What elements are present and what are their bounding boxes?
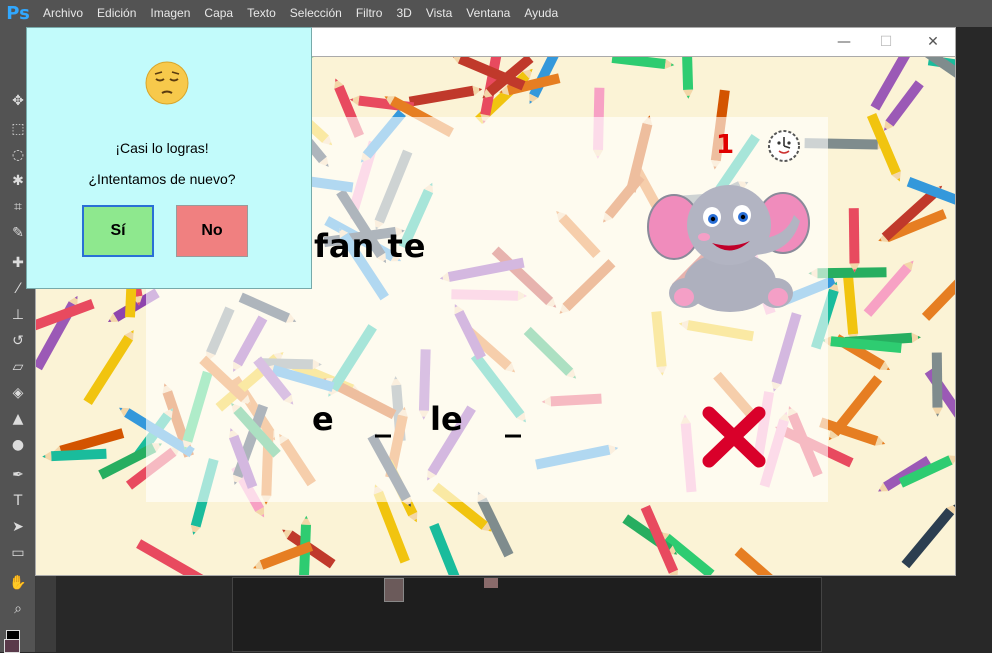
document-thumbnail-small [484, 578, 498, 588]
pencil-decoration [408, 85, 483, 107]
eyedropper-tool-icon[interactable]: ✎ [8, 223, 28, 243]
close-button[interactable]: ✕ [921, 32, 945, 52]
syllable-word: fan te [314, 227, 427, 265]
blur-tool-icon[interactable]: ▲ [8, 409, 28, 429]
menu-archivo[interactable]: Archivo [36, 0, 90, 27]
eraser-tool-icon[interactable]: ▱ [8, 357, 28, 377]
photoshop-logo: Ps [6, 3, 30, 24]
letter-slot-2[interactable]: _ [375, 400, 391, 438]
yes-button[interactable]: Sí [82, 205, 154, 257]
retry-dialog: ¡Casi lo logras! ¿Intentamos de nuevo? S… [26, 27, 312, 289]
pencil-decoration [901, 504, 955, 569]
pencil-decoration [681, 57, 694, 99]
elephant-image [647, 185, 810, 312]
menu-seleccion[interactable]: Selección [283, 0, 349, 27]
background-document [232, 577, 822, 652]
pencil-decoration [819, 417, 886, 446]
pencil-decoration [863, 260, 914, 317]
menu-vista[interactable]: Vista [419, 0, 459, 27]
menu-edicion[interactable]: Edición [90, 0, 143, 27]
type-tool-icon[interactable]: T [8, 491, 28, 511]
menu-ventana[interactable]: Ventana [459, 0, 517, 27]
pensive-face-icon [145, 61, 189, 105]
menu-3d[interactable]: 3D [389, 0, 418, 27]
pencil-decoration [42, 448, 107, 462]
paint-bucket-tool-icon[interactable]: ◈ [8, 383, 28, 403]
letter-slot-1[interactable]: e [312, 400, 334, 438]
menu-texto[interactable]: Texto [240, 0, 283, 27]
menu-ayuda[interactable]: Ayuda [517, 0, 565, 27]
brush-tool-icon[interactable]: ⁄ [8, 279, 28, 299]
score-counter: 1 [716, 130, 735, 160]
marquee-tool-icon[interactable]: ⬚ [8, 119, 28, 139]
no-button[interactable]: No [176, 205, 248, 257]
pencil-decoration [136, 539, 205, 575]
vertical-ruler [36, 575, 56, 652]
letter-slot-3[interactable]: le [430, 400, 463, 438]
photoshop-menubar: Ps Archivo Edición Imagen Capa Texto Sel… [0, 0, 992, 27]
zoom-tool-icon[interactable]: ⌕ [8, 599, 28, 619]
magic-wand-tool-icon[interactable]: ✱ [8, 171, 28, 191]
hand-tool-icon[interactable]: ✋ [8, 573, 28, 593]
menu-capa[interactable]: Capa [197, 0, 240, 27]
minimize-button[interactable]: — [832, 32, 856, 52]
background-color-swatch[interactable] [4, 639, 20, 653]
document-thumbnail [384, 578, 404, 602]
pen-tool-icon[interactable]: ✒ [8, 465, 28, 485]
move-tool-icon[interactable]: ✥ [8, 91, 28, 111]
pencil-decoration [429, 523, 462, 575]
pencil-decoration [848, 208, 860, 273]
path-selection-tool-icon[interactable]: ➤ [8, 517, 28, 537]
lasso-tool-icon[interactable]: ◌ [8, 145, 28, 165]
letter-slot-4[interactable]: _ [505, 400, 521, 438]
crop-tool-icon[interactable]: ⌗ [8, 197, 28, 217]
dialog-message-2: ¿Intentamos de nuevo? [88, 171, 236, 187]
wrong-x-icon [702, 406, 766, 468]
pencil-decoration [36, 298, 95, 331]
pencil-decoration [921, 266, 955, 321]
history-brush-tool-icon[interactable]: ↺ [8, 331, 28, 351]
dodge-tool-icon[interactable]: ● [8, 435, 28, 455]
pencil-decoration [83, 330, 134, 405]
shape-tool-icon[interactable]: ▭ [8, 543, 28, 563]
clock-icon [768, 130, 800, 162]
menu-filtro[interactable]: Filtro [349, 0, 390, 27]
stamp-tool-icon[interactable]: ⊥ [8, 305, 28, 325]
pencil-decoration [931, 352, 943, 417]
healing-tool-icon[interactable]: ✚ [8, 253, 28, 273]
pencil-decoration [734, 547, 788, 575]
maximize-button[interactable]: ☐ [874, 32, 898, 52]
dialog-message-1: ¡Casi lo logras! [115, 140, 209, 156]
pencil-decoration [611, 57, 675, 70]
pencil-decoration [842, 267, 859, 344]
pencil-decoration [36, 295, 78, 371]
menu-imagen[interactable]: Imagen [143, 0, 197, 27]
